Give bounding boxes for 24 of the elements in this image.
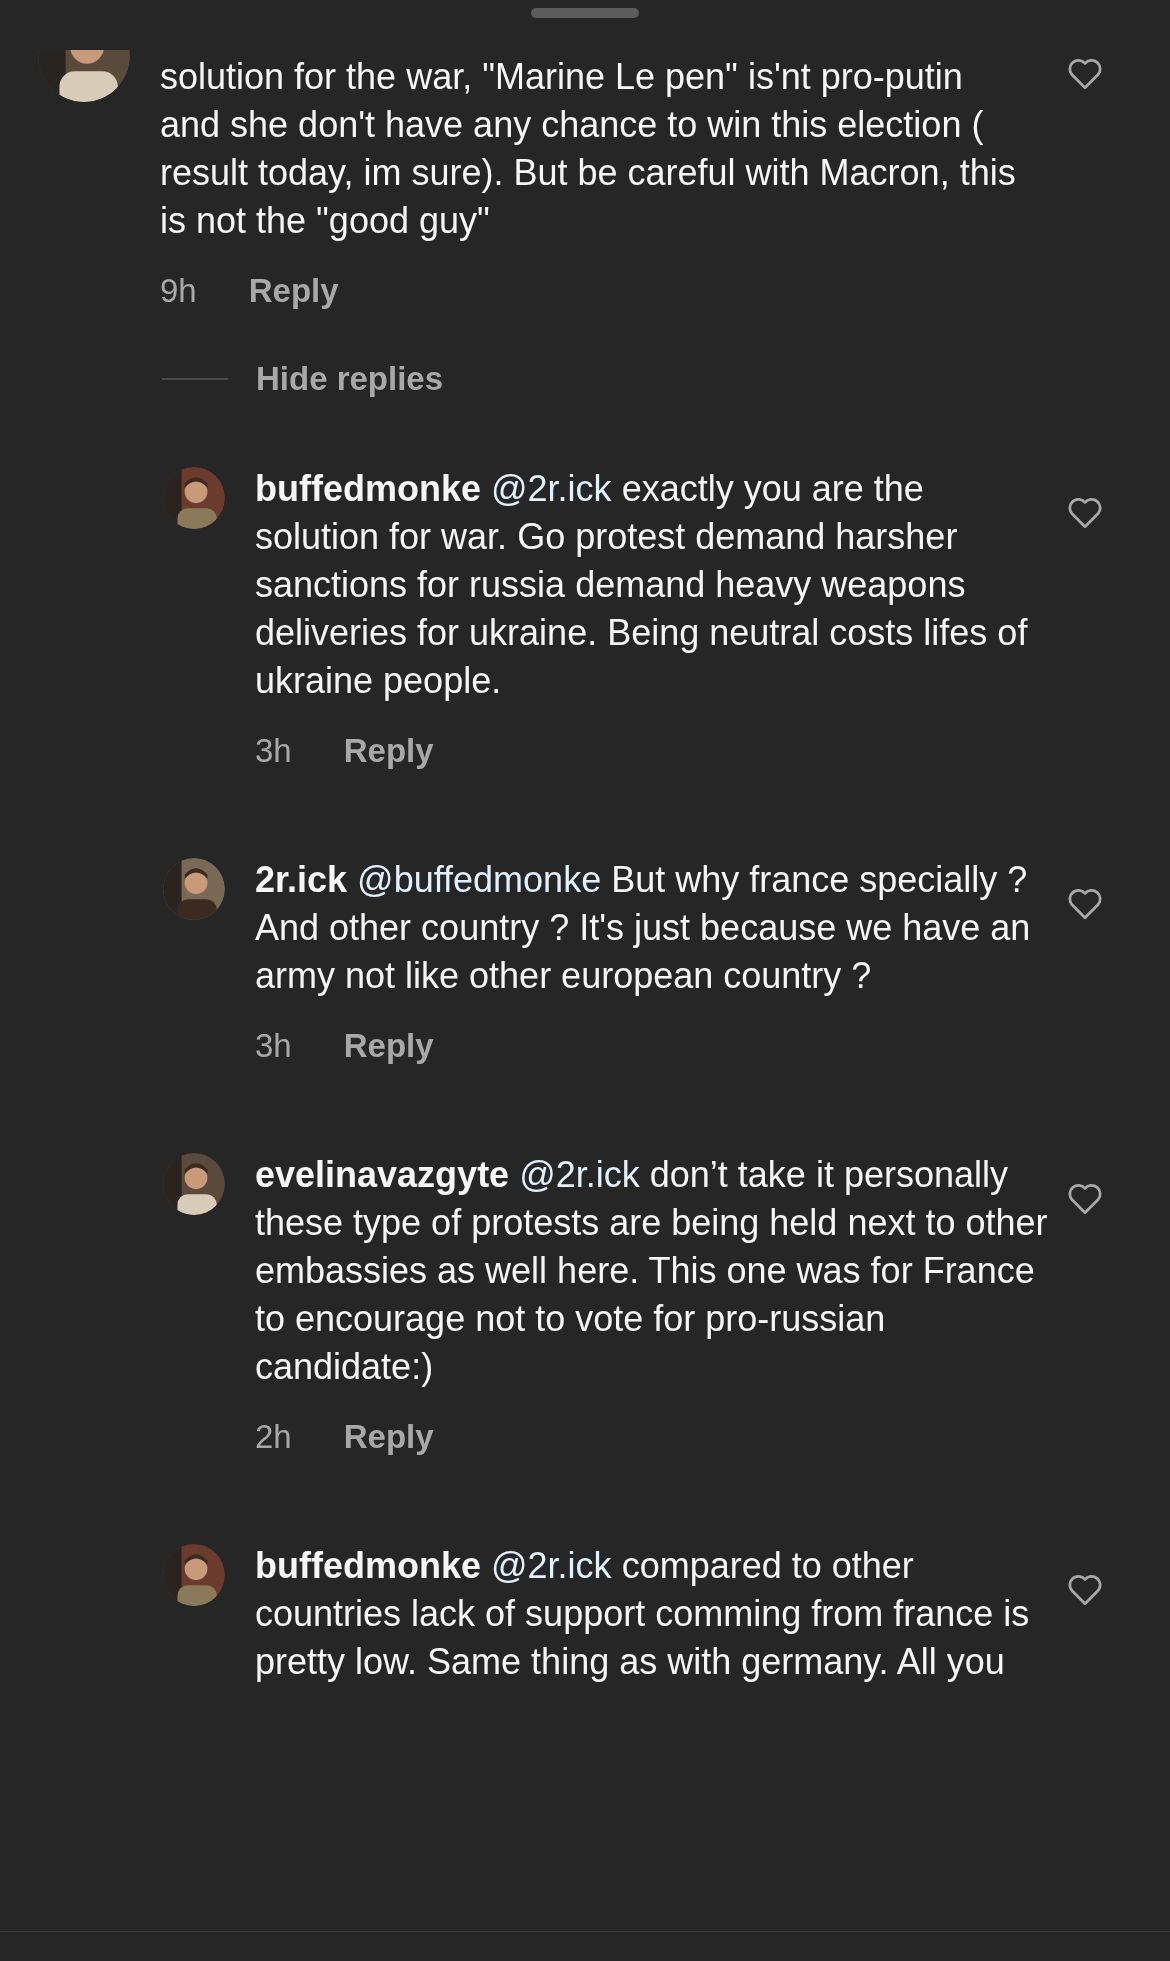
- comment-time: 3h: [255, 1026, 292, 1067]
- drag-handle[interactable]: [531, 8, 639, 18]
- mention-link[interactable]: @buffedmonke: [357, 859, 602, 900]
- mention-link[interactable]: @2r.ick: [491, 1545, 612, 1586]
- heart-icon[interactable]: [1066, 495, 1104, 529]
- heart-icon[interactable]: [1066, 886, 1104, 920]
- mention-link[interactable]: @2r.ick: [519, 1154, 640, 1195]
- comment-text: solution for the war, "Marine Le pen" is'nt pro-putin and she don't have any chance to win this election ( result today, im sure). But be careful with Macron, this is not the "good guy": [160, 55, 1017, 243]
- comment-text: evelinavazgyte @2r.ick don’t take it personally these type of protests are being held next to other embassies as well here. This one was for France to encourage not to vote for pro-russian candidate:): [255, 1153, 1049, 1389]
- reply-button[interactable]: Reply: [343, 1021, 434, 1071]
- comment-text: 2r.ick @buffedmonke But why france specially ? And other country ? It's just because we have an army not like other european country ?: [255, 858, 1032, 998]
- heart-icon[interactable]: [1066, 1572, 1104, 1606]
- reply-button[interactable]: Reply: [343, 1412, 434, 1462]
- reply-button[interactable]: Reply: [248, 266, 339, 316]
- comment-text: buffedmonke @2r.ick compared to other countries lack of support comming from france is pretty low. Same thing as with germany. All you: [255, 1544, 1031, 1684]
- comment-text: buffedmonke @2r.ick exactly you are the solution for war. Go protest demand harsher sanctions for russia demand heavy weapons deliveries for ukraine. Being neutral costs lifes of ukraine people.: [255, 467, 1029, 703]
- reply-button[interactable]: Reply: [343, 726, 434, 776]
- hide-replies-button[interactable]: Hide replies: [256, 354, 444, 404]
- comment-time: 2h: [255, 1417, 292, 1458]
- comment-time: 9h: [160, 271, 197, 312]
- heart-icon[interactable]: [1066, 56, 1104, 90]
- heart-icon[interactable]: [1066, 1181, 1104, 1215]
- mention-link[interactable]: @2r.ick: [491, 468, 612, 509]
- comment-time: 3h: [255, 731, 292, 772]
